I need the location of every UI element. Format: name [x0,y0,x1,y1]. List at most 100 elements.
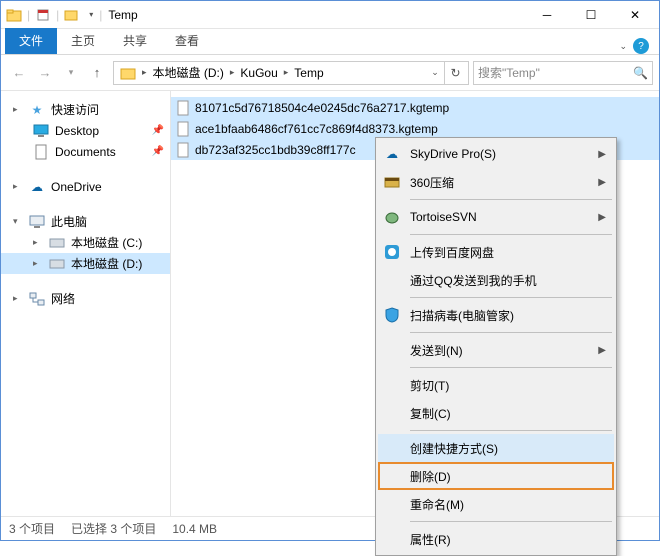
sidebar-item-drive-c[interactable]: ▸ 本地磁盘 (C:) [1,232,170,253]
file-name: 81071c5d76718504c4e0245dc76a2717.kgtemp [195,101,449,115]
breadcrumb[interactable]: ▸ 本地磁盘 (D:) ▸ KuGou ▸ Temp ⌄ ↻ [113,61,469,85]
search-input[interactable]: 搜索"Temp" 🔍 [473,61,653,85]
title-bar: | | ▾ | Temp ─ ☐ ✕ [1,1,659,29]
menu-item-properties[interactable]: 属性(R) [378,525,614,553]
sidebar-label: Desktop [55,124,99,138]
sidebar-label: 本地磁盘 (C:) [71,234,142,251]
refresh-icon[interactable]: ↻ [444,62,466,84]
cloud-icon: ☁ [29,179,45,195]
pc-icon [29,214,45,230]
ribbon-tab-home[interactable]: 主页 [57,28,109,54]
status-size: 10.4 MB [172,522,217,536]
sidebar-item-quick-access[interactable]: ▸ ★ 快速访问 [1,99,170,120]
pin-icon: 📌 [152,146,164,157]
menu-item-scan[interactable]: 扫描病毒(电脑管家) [378,301,614,329]
folder-icon [3,4,25,26]
list-item[interactable]: ace1bfaab6486cf761cc7c869f4d8373.kgtemp [171,118,659,139]
sidebar: ▸ ★ 快速访问 Desktop 📌 Documents 📌 ▸ ☁ OneDr… [1,91,171,516]
qat-sep2: | [56,8,59,22]
sidebar-label: 本地磁盘 (D:) [71,255,142,272]
chevron-right-icon: ▶ [598,345,606,356]
maximize-button[interactable]: ☐ [569,1,613,29]
sidebar-label: OneDrive [51,180,102,194]
breadcrumb-root-icon[interactable] [116,62,140,84]
close-button[interactable]: ✕ [613,1,657,29]
window-title: Temp [108,8,137,22]
breadcrumb-seg-1[interactable]: KuGou [236,62,281,84]
sidebar-item-desktop[interactable]: Desktop 📌 [1,120,170,141]
menu-item-baidu[interactable]: 上传到百度网盘 [378,238,614,266]
menu-item-rename[interactable]: 重命名(M) [378,490,614,518]
chevron-right-icon: ▶ [598,212,606,223]
nav-up-button[interactable]: ↑ [85,61,109,85]
chevron-right-icon: ▶ [598,149,606,160]
search-icon[interactable]: 🔍 [633,66,648,80]
chevron-right-icon: ▸ [33,237,43,248]
chevron-right-icon: ▸ [13,293,23,304]
pin-icon: 📌 [152,125,164,136]
sidebar-item-documents[interactable]: Documents 📌 [1,141,170,162]
menu-item-sendto[interactable]: 发送到(N) ▶ [378,336,614,364]
menu-item-cut[interactable]: 剪切(T) [378,371,614,399]
sidebar-item-drive-d[interactable]: ▸ 本地磁盘 (D:) [1,253,170,274]
chevron-right-icon: ▸ [13,104,23,115]
navbar: ← → ▾ ↑ ▸ 本地磁盘 (D:) ▸ KuGou ▸ Temp ⌄ ↻ 搜… [1,55,659,91]
qat-newfolder-icon[interactable] [61,4,83,26]
menu-item-360zip[interactable]: 360压缩 ▶ [378,168,614,196]
menu-item-skydrive[interactable]: ☁ SkyDrive Pro(S) ▶ [378,140,614,168]
sidebar-label: Documents [55,145,116,159]
ribbon-file-tab[interactable]: 文件 [5,28,57,54]
breadcrumb-seg-2[interactable]: Temp [290,62,327,84]
qat-sep3: | [99,8,102,22]
status-selected: 已选择 3 个项目 [71,520,156,537]
menu-separator [410,234,612,235]
sidebar-item-network[interactable]: ▸ 网络 [1,288,170,309]
search-placeholder: 搜索"Temp" [478,64,540,81]
drive-icon [49,256,65,272]
menu-item-copy[interactable]: 复制(C) [378,399,614,427]
file-name: db723af325cc1bdb39c8ff177c [195,143,356,157]
menu-item-tortoisesvn[interactable]: TortoiseSVN ▶ [378,203,614,231]
help-icon[interactable]: ? [633,38,649,54]
sidebar-label: 此电脑 [51,213,87,230]
chevron-right-icon: ▸ [33,258,43,269]
sidebar-label: 网络 [51,290,75,307]
nav-back-button[interactable]: ← [7,61,31,85]
zip-icon [382,172,402,192]
tortoise-icon [382,207,402,227]
chevron-right-icon: ▶ [598,177,606,188]
chevron-right-icon[interactable]: ▸ [228,67,237,78]
nav-forward-button[interactable]: → [33,61,57,85]
qat-properties-icon[interactable] [32,4,54,26]
list-item[interactable]: 81071c5d76718504c4e0245dc76a2717.kgtemp [171,97,659,118]
minimize-button[interactable]: ─ [525,1,569,29]
menu-separator [410,367,612,368]
breadcrumb-dropdown-icon[interactable]: ⌄ [426,67,444,78]
chevron-right-icon[interactable]: ▸ [140,67,149,78]
chevron-right-icon: ▸ [13,181,23,192]
drive-icon [49,235,65,251]
file-icon [175,121,191,137]
menu-item-delete[interactable]: 删除(D) [378,462,614,490]
menu-separator [410,297,612,298]
context-menu: ☁ SkyDrive Pro(S) ▶ 360压缩 ▶ TortoiseSVN … [375,137,617,556]
menu-item-qq[interactable]: 通过QQ发送到我的手机 [378,266,614,294]
menu-item-shortcut[interactable]: 创建快捷方式(S) [378,434,614,462]
menu-separator [410,332,612,333]
ribbon-tab-share[interactable]: 共享 [109,28,161,54]
ribbon-tab-view[interactable]: 查看 [161,28,213,54]
star-icon: ★ [29,102,45,118]
qat-sep: | [27,8,30,22]
qq-icon [382,270,402,290]
breadcrumb-seg-0[interactable]: 本地磁盘 (D:) [149,62,228,84]
ribbon-expand-icon[interactable]: ⌄ [619,41,627,52]
shield-icon [382,305,402,325]
chevron-right-icon[interactable]: ▸ [282,67,291,78]
qat-dropdown-icon[interactable]: ▾ [85,4,97,26]
nav-recent-dropdown[interactable]: ▾ [59,61,83,85]
chevron-down-icon: ▾ [13,216,23,227]
sidebar-label: 快速访问 [51,101,99,118]
menu-separator [410,199,612,200]
sidebar-item-onedrive[interactable]: ▸ ☁ OneDrive [1,176,170,197]
sidebar-item-thispc[interactable]: ▾ 此电脑 [1,211,170,232]
